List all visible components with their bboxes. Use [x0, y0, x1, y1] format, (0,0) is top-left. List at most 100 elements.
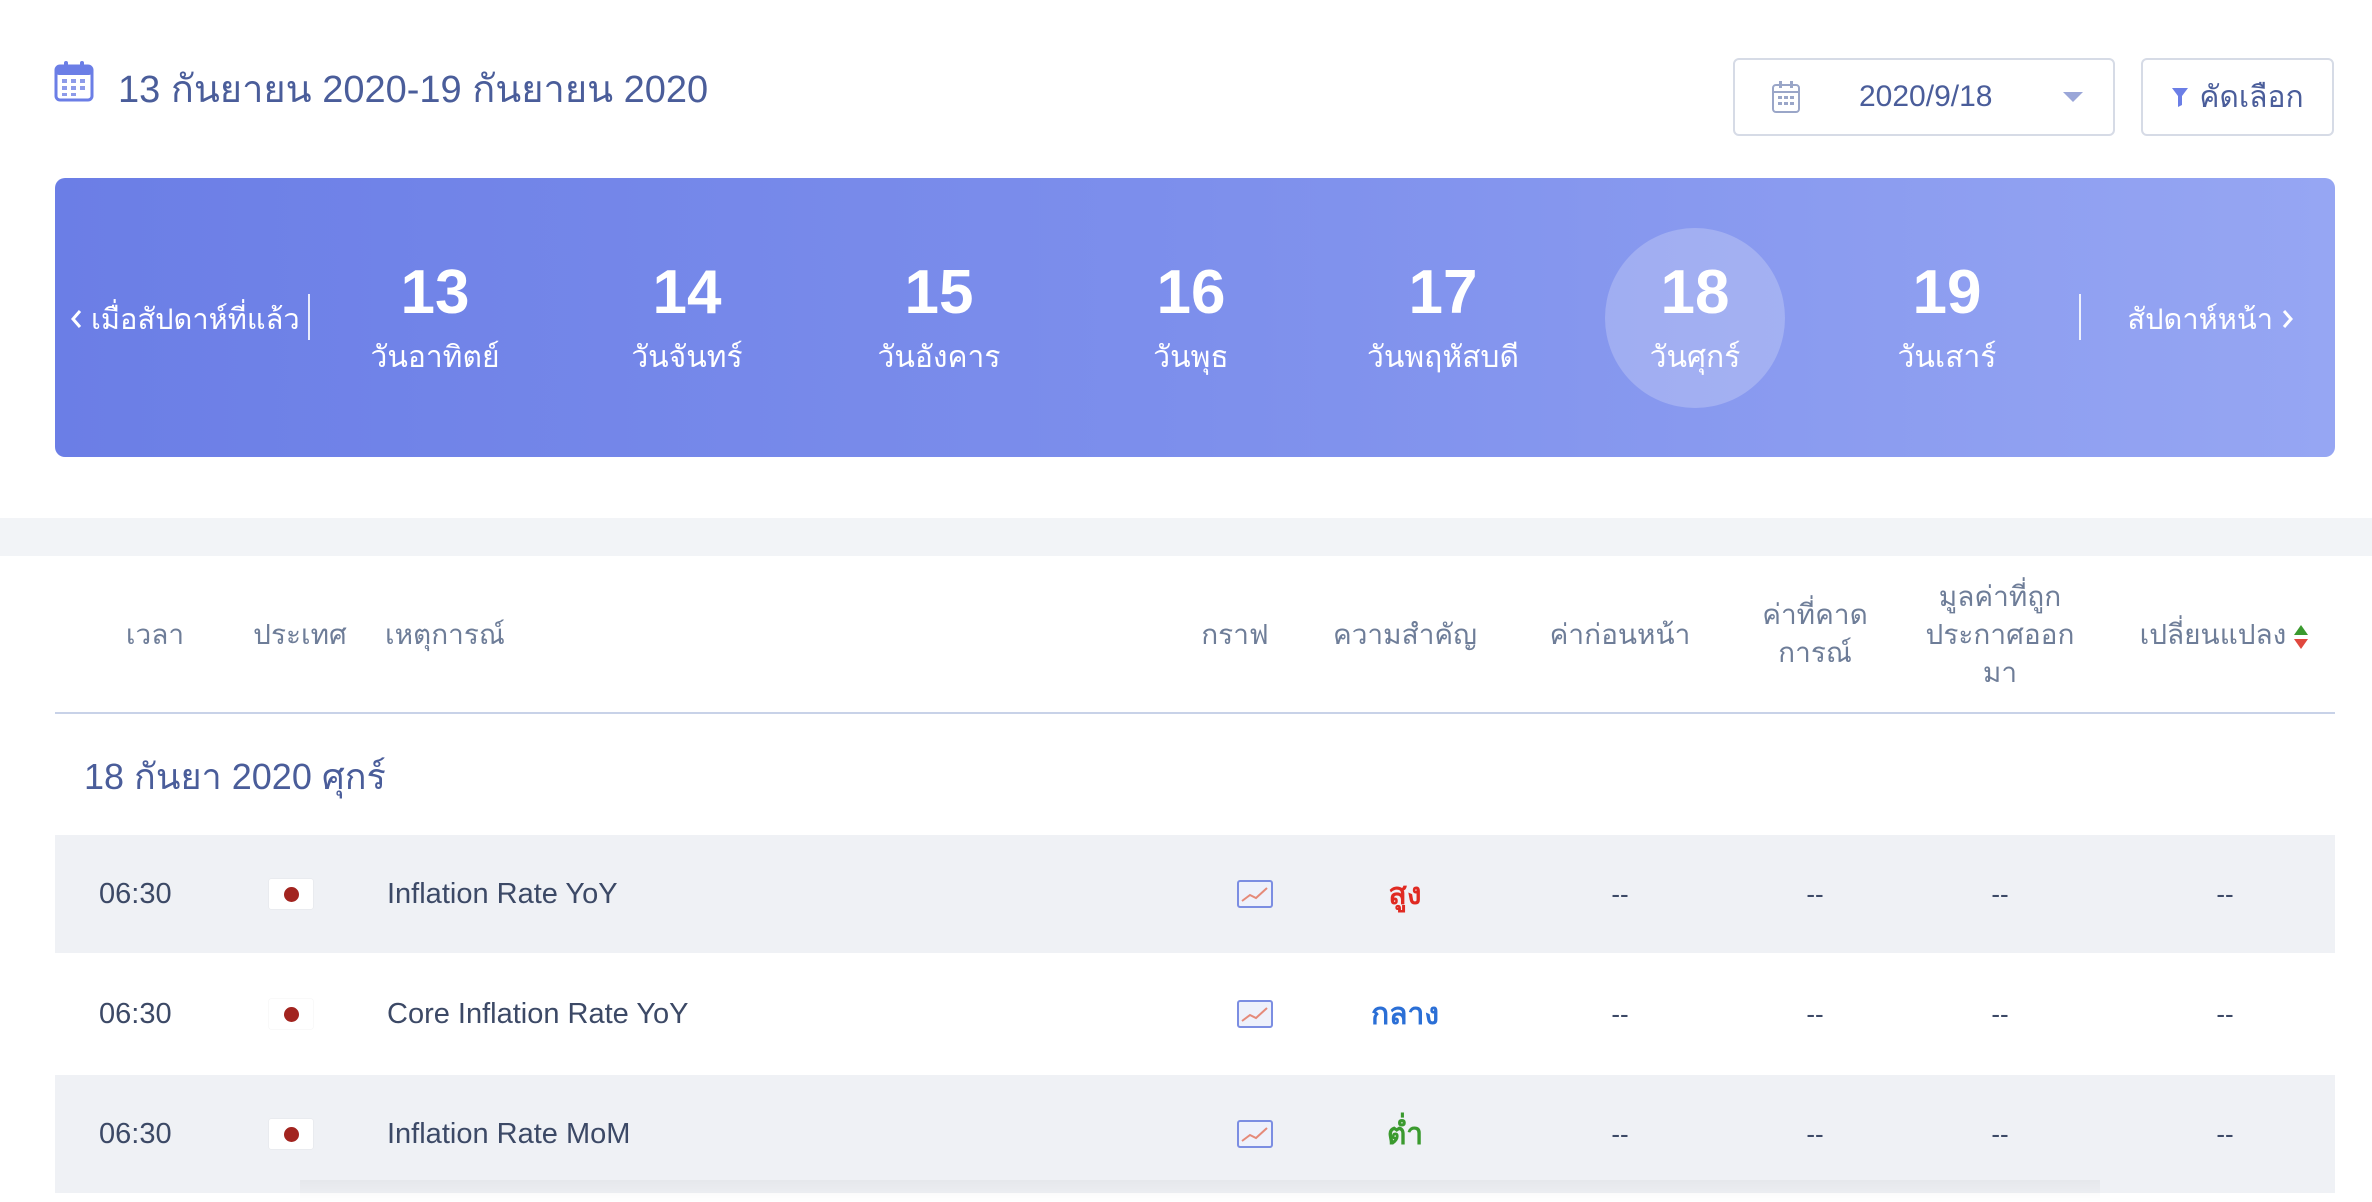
- chart-icon[interactable]: [1237, 955, 1287, 1073]
- column-time: เวลา: [125, 619, 185, 650]
- row-forecast: --: [1735, 835, 1895, 953]
- table-row[interactable]: 06:30 Core Inflation Rate YoY กลาง -- --…: [55, 955, 2335, 1073]
- previous-value: --: [1611, 1118, 1629, 1149]
- day-name: วันจันทร์: [631, 341, 743, 374]
- day-19[interactable]: 19 วันเสาร์: [1837, 178, 2057, 457]
- row-event[interactable]: Core Inflation Rate YoY: [387, 955, 1087, 1073]
- day-13[interactable]: 13 วันอาทิตย์: [325, 178, 545, 457]
- row-change: --: [2125, 955, 2325, 1073]
- day-name: วันเสาร์: [1897, 341, 1997, 374]
- table-row[interactable]: 06:30 Inflation Rate MoM ต่ำ -- -- -- --: [55, 1075, 2335, 1193]
- next-week-button[interactable]: สัปดาห์หน้า: [2127, 296, 2295, 342]
- column-event: เหตุการณ์: [385, 619, 505, 650]
- column-actual-line3: มา: [1982, 656, 2018, 688]
- week-selector: เมื่อสัปดาห์ที่แล้ว 13 วันอาทิตย์ 14 วัน…: [55, 178, 2335, 457]
- column-country: ประเทศ: [253, 619, 347, 650]
- day-number: 13: [400, 258, 470, 327]
- row-forecast: --: [1735, 1075, 1895, 1193]
- row-time: 06:30: [99, 1117, 172, 1150]
- importance-label: กลาง: [1370, 997, 1440, 1031]
- filter-label: คัดเลือก: [2199, 80, 2304, 114]
- date-picker[interactable]: 2020/9/18: [1733, 58, 2115, 136]
- row-event[interactable]: Inflation Rate YoY: [387, 835, 1087, 953]
- divider: [2079, 294, 2081, 340]
- row-change: --: [2125, 835, 2325, 953]
- japan-flag-icon: [269, 955, 329, 1073]
- divider: [308, 294, 310, 340]
- column-change[interactable]: เปลี่ยนแปลง: [2125, 616, 2325, 654]
- day-15[interactable]: 15 วันอังคาร: [829, 178, 1049, 457]
- column-change-label: เปลี่ยนแปลง: [2139, 619, 2287, 650]
- row-time: 06:30: [99, 877, 172, 910]
- row-previous: --: [1525, 835, 1715, 953]
- day-number: 18: [1660, 258, 1730, 327]
- column-forecast: ค่าที่คาด การณ์: [1735, 596, 1895, 672]
- day-number: 14: [652, 258, 722, 327]
- date-group-heading: 18 กันยา 2020 ศุกร์: [84, 756, 386, 797]
- row-event[interactable]: Inflation Rate MoM: [387, 1075, 1087, 1193]
- row-importance: กลาง: [1325, 955, 1485, 1073]
- column-previous: ค่าก่อนหน้า: [1549, 619, 1691, 650]
- column-forecast-line2: การณ์: [1778, 636, 1852, 668]
- row-time: 06:30: [99, 997, 172, 1030]
- forecast-value: --: [1806, 878, 1824, 909]
- column-chart: กราฟ: [1201, 619, 1269, 650]
- day-name: วันศุกร์: [1649, 341, 1741, 374]
- day-18-selected[interactable]: 18 วันศุกร์: [1585, 178, 1805, 457]
- change-value: --: [2216, 1118, 2234, 1149]
- day-number: 19: [1912, 258, 1982, 327]
- row-importance: สูง: [1325, 835, 1485, 953]
- table-row[interactable]: 06:30 Inflation Rate YoY สูง -- -- -- --: [55, 835, 2335, 953]
- day-17[interactable]: 17 วันพฤหัสบดี: [1333, 178, 1553, 457]
- filter-button[interactable]: คัดเลือก: [2141, 58, 2334, 136]
- japan-flag-icon: [269, 835, 329, 953]
- day-name: วันพุธ: [1153, 341, 1229, 374]
- importance-label: สูง: [1388, 877, 1422, 911]
- chart-icon[interactable]: [1237, 1075, 1287, 1193]
- scroll-shadow: [300, 1180, 2100, 1202]
- chart-icon[interactable]: [1237, 835, 1287, 953]
- next-week-label: สัปดาห์หน้า: [2127, 304, 2273, 336]
- row-actual: --: [1915, 1075, 2085, 1193]
- row-importance: ต่ำ: [1325, 1075, 1485, 1193]
- day-number: 17: [1408, 258, 1478, 327]
- column-actual-line2: ประกาศออก: [1925, 618, 2075, 650]
- column-actual: มูลค่าที่ถูก ประกาศออก มา: [1915, 578, 2085, 691]
- previous-week-button[interactable]: เมื่อสัปดาห์ที่แล้ว: [69, 296, 300, 342]
- row-forecast: --: [1735, 955, 1895, 1073]
- importance-label: ต่ำ: [1386, 1117, 1424, 1151]
- column-actual-line1: มูลค่าที่ถูก: [1938, 581, 2062, 612]
- chevron-left-icon: [71, 310, 82, 328]
- day-name: วันอาทิตย์: [370, 341, 500, 374]
- actual-value: --: [1991, 1118, 2009, 1149]
- table-header: เวลา ประเทศ เหตุการณ์ กราฟ ความสำคัญ ค่า…: [55, 556, 2335, 714]
- day-name: วันพฤหัสบดี: [1367, 341, 1519, 374]
- date-picker-value: 2020/9/18: [1859, 80, 1993, 113]
- previous-value: --: [1611, 878, 1629, 909]
- caret-down-icon: [2063, 92, 2083, 102]
- day-14[interactable]: 14 วันจันทร์: [577, 178, 797, 457]
- forecast-value: --: [1806, 998, 1824, 1029]
- forecast-value: --: [1806, 1118, 1824, 1149]
- sort-icon[interactable]: [2292, 623, 2310, 651]
- row-actual: --: [1915, 955, 2085, 1073]
- row-actual: --: [1915, 835, 2085, 953]
- calendar-icon: [54, 61, 94, 102]
- change-value: --: [2216, 878, 2234, 909]
- actual-value: --: [1991, 998, 2009, 1029]
- previous-week-label: เมื่อสัปดาห์ที่แล้ว: [91, 304, 300, 336]
- previous-value: --: [1611, 998, 1629, 1029]
- day-16[interactable]: 16 วันพุธ: [1081, 178, 1301, 457]
- date-range-title: 13 กันยายน 2020-19 กันยายน 2020: [118, 69, 709, 111]
- row-previous: --: [1525, 955, 1715, 1073]
- column-forecast-line1: ค่าที่คาด: [1762, 599, 1868, 630]
- day-name: วันอังคาร: [877, 341, 1001, 374]
- row-change: --: [2125, 1075, 2325, 1193]
- filter-icon: [2172, 88, 2189, 107]
- section-separator: [0, 518, 2372, 556]
- calendar-header: 13 กันยายน 2020-19 กันยายน 2020 2020/9/1…: [0, 0, 2372, 150]
- row-previous: --: [1525, 1075, 1715, 1193]
- day-number: 16: [1156, 258, 1226, 327]
- column-importance: ความสำคัญ: [1332, 619, 1478, 650]
- calendar-icon: [1772, 81, 1800, 113]
